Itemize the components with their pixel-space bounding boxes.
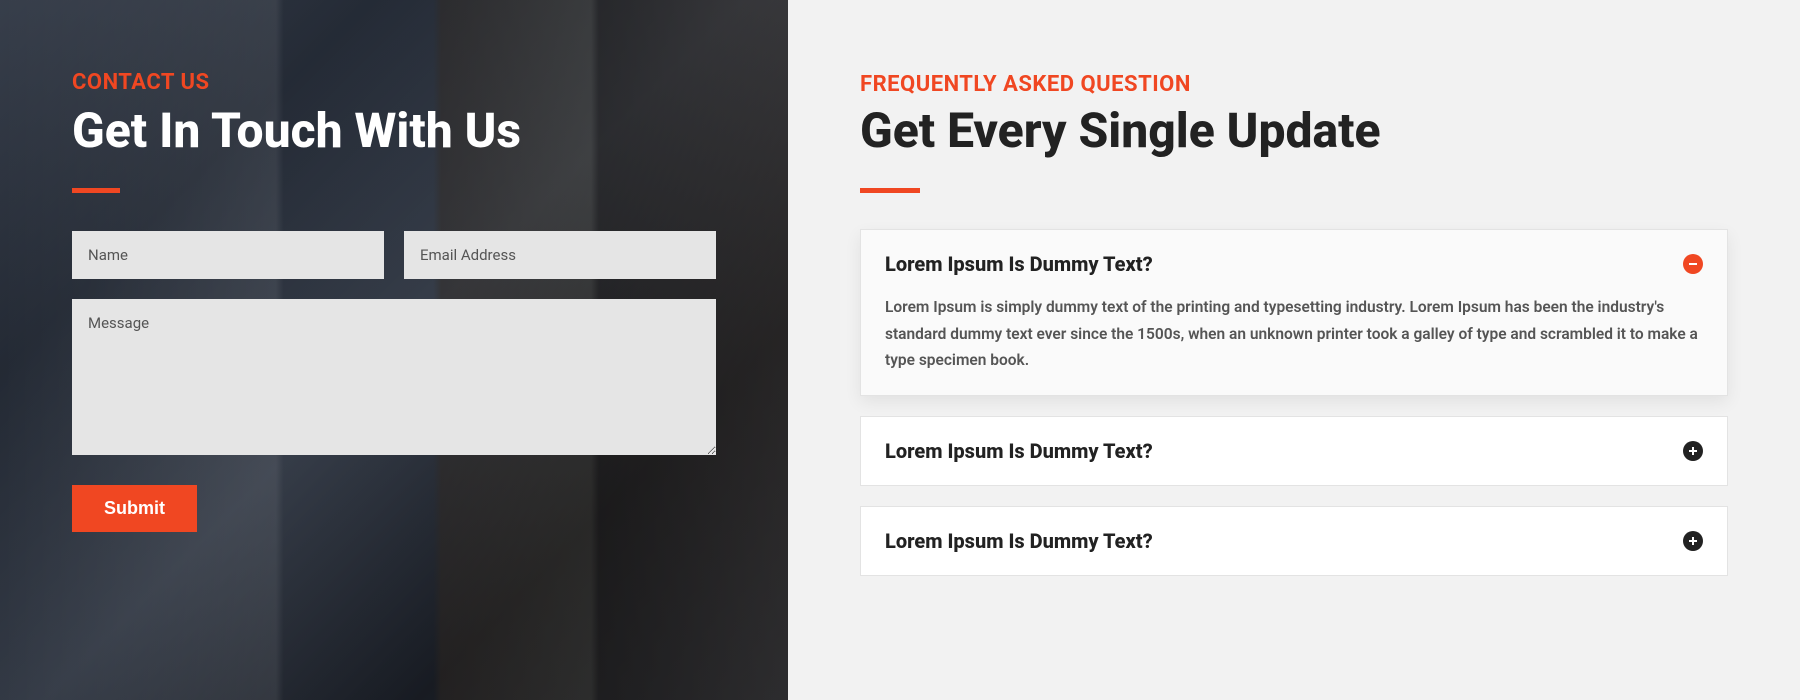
faq-question: Lorem Ipsum Is Dummy Text? bbox=[885, 439, 1153, 463]
faq-item-header[interactable]: Lorem Ipsum Is Dummy Text? bbox=[885, 439, 1703, 463]
expand-icon bbox=[1683, 531, 1703, 551]
faq-item: Lorem Ipsum Is Dummy Text? Lorem Ipsum i… bbox=[860, 229, 1728, 396]
collapse-icon bbox=[1683, 254, 1703, 274]
message-textarea[interactable] bbox=[72, 299, 716, 455]
form-row-top bbox=[72, 231, 716, 279]
accent-divider bbox=[72, 188, 120, 193]
faq-question: Lorem Ipsum Is Dummy Text? bbox=[885, 529, 1153, 553]
name-input[interactable] bbox=[72, 231, 384, 279]
email-input[interactable] bbox=[404, 231, 716, 279]
email-field-wrap bbox=[404, 231, 716, 279]
faq-eyebrow: FREQUENTLY ASKED QUESTION bbox=[860, 72, 1728, 97]
faq-item: Lorem Ipsum Is Dummy Text? bbox=[860, 506, 1728, 576]
message-field-wrap bbox=[72, 299, 716, 459]
faq-item-header[interactable]: Lorem Ipsum Is Dummy Text? bbox=[885, 252, 1703, 276]
faq-item: Lorem Ipsum Is Dummy Text? bbox=[860, 416, 1728, 486]
faq-answer: Lorem Ipsum is simply dummy text of the … bbox=[885, 294, 1703, 373]
contact-panel: CONTACT US Get In Touch With Us Submit bbox=[0, 0, 788, 700]
contact-heading: Get In Touch With Us bbox=[72, 103, 716, 158]
form-row-message bbox=[72, 299, 716, 459]
expand-icon bbox=[1683, 441, 1703, 461]
faq-item-header[interactable]: Lorem Ipsum Is Dummy Text? bbox=[885, 529, 1703, 553]
faq-panel: FREQUENTLY ASKED QUESTION Get Every Sing… bbox=[788, 0, 1800, 700]
faq-heading: Get Every Single Update bbox=[860, 103, 1728, 158]
faq-question: Lorem Ipsum Is Dummy Text? bbox=[885, 252, 1153, 276]
name-field-wrap bbox=[72, 231, 384, 279]
faq-accordion: Lorem Ipsum Is Dummy Text? Lorem Ipsum i… bbox=[860, 229, 1728, 576]
contact-eyebrow: CONTACT US bbox=[72, 70, 716, 95]
accent-divider bbox=[860, 188, 920, 193]
submit-button[interactable]: Submit bbox=[72, 485, 197, 532]
